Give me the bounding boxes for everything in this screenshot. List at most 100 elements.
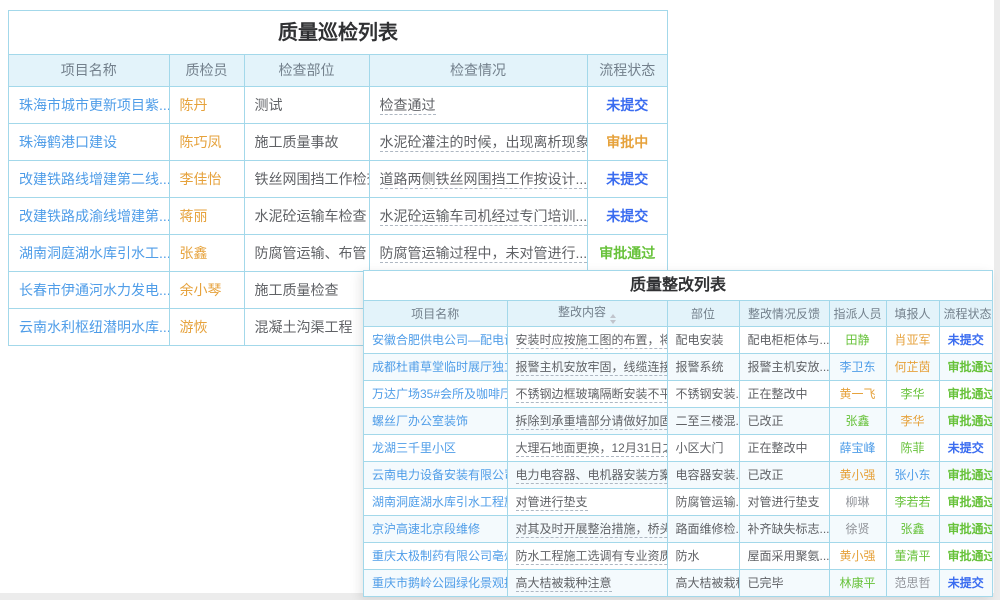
inspector-name: 李佳怡 — [169, 160, 244, 197]
project-link-text[interactable]: 长春市伊通河水力发电... — [19, 282, 169, 298]
rectification-content-text: 防水工程施工选调有专业资质... — [516, 549, 668, 565]
assignee-name-text: 林康平 — [839, 576, 875, 590]
reporter-name-text: 肖亚军 — [895, 333, 931, 347]
column-header-status: 流程状态 — [587, 55, 667, 86]
project-link-text[interactable]: 改建铁路成渝线增建第... — [19, 208, 169, 224]
project-link-text[interactable]: 成都杜甫草堂临时展厅独立展... — [372, 360, 507, 374]
project-link-text[interactable]: 京沪高速北京段维修 — [372, 522, 480, 536]
page: 质量巡检列表 项目名称 质检员 检查部位 检查情况 流程状态 珠海市城市更新项目… — [0, 0, 1000, 600]
column-header-part: 部位 — [667, 301, 739, 326]
project-link[interactable]: 湖南洞庭湖水库引水工程施工标 — [364, 488, 507, 515]
rectification-part: 不锈钢安装... — [667, 380, 739, 407]
reporter-name: 陈菲 — [886, 434, 939, 461]
rectification-table-row: 云南电力设备安装有限公司20...电力电容器、电机器安装方案...电容器安装..… — [364, 461, 992, 488]
reporter-name-text: 李华 — [900, 414, 924, 428]
rectification-content: 不锈钢边框玻璃隔断安装不平... — [507, 380, 667, 407]
status-badge-text: 审批通过 — [948, 468, 993, 482]
rectification-content: 高大桔被栽种注意 — [507, 569, 667, 596]
project-link-text[interactable]: 云南电力设备安装有限公司20... — [372, 468, 507, 482]
project-link-text[interactable]: 改建铁路线增建第二线... — [19, 171, 169, 187]
column-header-situation: 检查情况 — [369, 55, 587, 86]
column-header-label: 检查部位 — [279, 62, 335, 78]
assignee-name: 黄一飞 — [829, 380, 886, 407]
project-link[interactable]: 万达广场35#会所及咖啡厅空... — [364, 380, 507, 407]
project-link-text[interactable]: 云南水利枢纽潜明水库... — [19, 319, 169, 335]
project-link-text[interactable]: 珠海鹤港口建设 — [19, 134, 117, 150]
rectification-part-text: 不锈钢安装... — [676, 387, 740, 401]
rectification-table-row: 螺丝厂办公室装饰拆除到承重墙部分请做好加固...二至三楼混...已改正张鑫李华审… — [364, 407, 992, 434]
project-link-text[interactable]: 龙湖三千里小区 — [372, 441, 456, 455]
column-header-status: 流程状态 — [939, 301, 992, 326]
assignee-name: 薛宝峰 — [829, 434, 886, 461]
project-link[interactable]: 珠海鹤港口建设 — [9, 123, 169, 160]
status-badge: 审批通过 — [939, 515, 992, 542]
project-link[interactable]: 长春市伊通河水力发电... — [9, 271, 169, 308]
status-badge: 未提交 — [939, 434, 992, 461]
inspection-part: 防腐管运输、布管 — [244, 234, 369, 271]
status-badge-text: 未提交 — [606, 171, 648, 187]
project-link[interactable]: 成都杜甫草堂临时展厅独立展... — [364, 353, 507, 380]
reporter-name-text: 张小东 — [895, 468, 931, 482]
column-header-content[interactable]: 整改内容 — [507, 301, 667, 326]
status-badge: 审批通过 — [939, 461, 992, 488]
inspection-part: 测试 — [244, 86, 369, 123]
project-link-text[interactable]: 螺丝厂办公室装饰 — [372, 414, 468, 428]
assignee-name-text: 黄小强 — [839, 549, 875, 563]
assignee-name-text: 黄小强 — [839, 468, 875, 482]
reporter-name: 李华 — [886, 407, 939, 434]
project-link-text[interactable]: 珠海市城市更新项目紫... — [19, 97, 169, 113]
assignee-name-text: 徐贤 — [845, 522, 869, 536]
inspector-name: 蒋丽 — [169, 197, 244, 234]
project-link[interactable]: 湖南洞庭湖水库引水工... — [9, 234, 169, 271]
inspector-name-text: 陈丹 — [180, 97, 208, 113]
rectification-table-body: 安徽合肥供电公司—配电设备...安装时应按施工图的布置，将...配电安装配电柜柜… — [364, 326, 992, 596]
inspection-situation: 防腐管运输过程中，未对管进行... — [369, 234, 587, 271]
status-badge-text: 审批通过 — [948, 414, 993, 428]
inspection-part-text: 施工质量检查 — [255, 282, 339, 298]
rectification-feedback-text: 已改正 — [748, 414, 784, 428]
project-link-text[interactable]: 湖南洞庭湖水库引水工程施工标 — [372, 495, 507, 509]
project-link[interactable]: 改建铁路线增建第二线... — [9, 160, 169, 197]
status-badge-text: 审批通过 — [948, 522, 993, 536]
column-header-project: 项目名称 — [364, 301, 507, 326]
project-link-text[interactable]: 湖南洞庭湖水库引水工... — [19, 245, 169, 261]
rectification-table-row: 成都杜甫草堂临时展厅独立展...报警主机安放牢固，线缆连接...报警系统报警主机… — [364, 353, 992, 380]
project-link[interactable]: 京沪高速北京段维修 — [364, 515, 507, 542]
project-link[interactable]: 重庆市鹅岭公园绿化景观提升... — [364, 569, 507, 596]
inspection-part-text: 水泥砼运输车检查 — [255, 208, 367, 224]
inspection-situation-text: 水泥砼灌注的时候，出现离析现象 — [380, 134, 588, 152]
status-badge: 未提交 — [587, 197, 667, 234]
rectification-part: 高大桔被栽种 — [667, 569, 739, 596]
inspector-name-text: 陈巧凤 — [180, 134, 222, 150]
assignee-name: 徐贤 — [829, 515, 886, 542]
status-badge: 审批通过 — [587, 234, 667, 271]
project-link[interactable]: 龙湖三千里小区 — [364, 434, 507, 461]
status-badge-text: 审批通过 — [948, 549, 993, 563]
assignee-name-text: 田静 — [845, 333, 869, 347]
inspector-name: 游恢 — [169, 308, 244, 345]
project-link-text[interactable]: 重庆市鹅岭公园绿化景观提升... — [372, 576, 507, 590]
project-link[interactable]: 安徽合肥供电公司—配电设备... — [364, 326, 507, 353]
reporter-name: 张小东 — [886, 461, 939, 488]
project-link[interactable]: 螺丝厂办公室装饰 — [364, 407, 507, 434]
project-link[interactable]: 重庆太极制药有限公司亳州中... — [364, 542, 507, 569]
project-link[interactable]: 云南电力设备安装有限公司20... — [364, 461, 507, 488]
project-link-text[interactable]: 安徽合肥供电公司—配电设备... — [372, 333, 507, 347]
reporter-name: 肖亚军 — [886, 326, 939, 353]
column-header-reporter: 填报人 — [886, 301, 939, 326]
inspection-part: 铁丝网围挡工作检查 — [244, 160, 369, 197]
column-header-label: 项目名称 — [61, 62, 117, 78]
project-link[interactable]: 珠海市城市更新项目紫... — [9, 86, 169, 123]
project-link-text[interactable]: 万达广场35#会所及咖啡厅空... — [372, 387, 507, 401]
reporter-name-text: 董清平 — [895, 549, 931, 563]
status-badge: 审批通过 — [939, 407, 992, 434]
status-badge-text: 未提交 — [948, 333, 984, 347]
reporter-name-text: 何芷茵 — [895, 360, 931, 374]
sort-icon[interactable] — [610, 314, 616, 324]
rectification-part: 防腐管运输... — [667, 488, 739, 515]
project-link[interactable]: 云南水利枢纽潜明水库... — [9, 308, 169, 345]
project-link[interactable]: 改建铁路成渝线增建第... — [9, 197, 169, 234]
project-link-text[interactable]: 重庆太极制药有限公司亳州中... — [372, 549, 507, 563]
assignee-name-text: 黄一飞 — [839, 387, 875, 401]
inspection-situation-text: 检查通过 — [380, 97, 436, 115]
